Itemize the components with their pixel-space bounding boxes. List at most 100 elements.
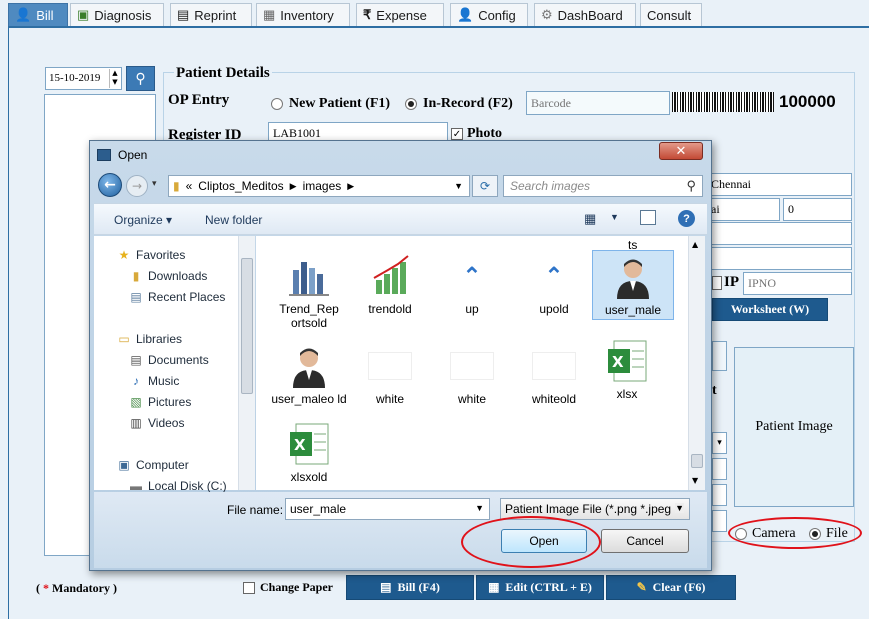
in-record-radio[interactable]: In-Record (F2) xyxy=(405,96,513,112)
svg-text:X: X xyxy=(612,353,624,371)
user-male-icon xyxy=(287,344,331,388)
address-field[interactable] xyxy=(706,222,852,245)
nav-scroll-thumb[interactable] xyxy=(241,258,253,394)
tab-expense[interactable]: ₹ Expense xyxy=(356,3,444,27)
file-item[interactable]: ⌃ upold xyxy=(513,254,595,316)
patient-image-box[interactable]: Patient Image xyxy=(734,347,854,507)
main-tabbar: 👤 Bill ▣ Diagnosis ▤ Reprint ▦ Inventory ₹ Ex… xyxy=(0,0,869,27)
nav-documents[interactable]: ▤ Documents xyxy=(128,353,208,367)
file-item[interactable]: user_maleo ld xyxy=(268,344,350,406)
nav-computer[interactable]: ▣ Computer xyxy=(116,458,188,472)
nav-scrollbar[interactable] xyxy=(238,236,255,490)
file-item-selected[interactable]: user_male xyxy=(592,250,674,320)
open-button-highlight xyxy=(461,516,601,568)
back-button[interactable]: ← xyxy=(98,173,122,197)
side-dropdown[interactable]: ▾ xyxy=(712,432,727,454)
nav-libraries[interactable]: ▭ Libraries xyxy=(116,332,182,346)
nav-downloads[interactable]: ▮ Downloads xyxy=(128,269,208,283)
scroll-up-icon[interactable]: ▲ xyxy=(692,240,698,249)
address-bar[interactable]: ▮ « Cliptos_Meditos ▶ images ▶ ▼ xyxy=(168,175,470,197)
search-button[interactable]: ⚲ xyxy=(126,66,155,91)
nav-favorites[interactable]: ★ Favorites xyxy=(116,248,186,262)
ip-checkbox[interactable] xyxy=(712,276,722,290)
radio-checked-icon xyxy=(405,98,417,110)
file-item[interactable]: X xlsx xyxy=(586,339,668,401)
edit-icon: ▦ xyxy=(488,580,500,594)
tab-bill[interactable]: 👤 Bill xyxy=(8,3,68,27)
help-icon[interactable]: ? xyxy=(678,210,695,227)
side-field-3[interactable] xyxy=(712,484,727,506)
tab-diagnosis[interactable]: ▣ Diagnosis xyxy=(70,3,164,27)
tab-reprint[interactable]: ▤ Reprint xyxy=(170,3,252,27)
nav-videos[interactable]: ▥ Videos xyxy=(128,416,184,430)
radio-unchecked-icon xyxy=(271,98,283,110)
side-field-2[interactable] xyxy=(712,458,727,480)
files-scrollbar[interactable]: ▲ ▼ xyxy=(688,236,705,490)
chevron-down-icon[interactable]: ▼ xyxy=(454,181,463,191)
config-icon: 👤 xyxy=(457,7,474,22)
forward-button[interactable]: → xyxy=(126,175,148,197)
organize-button[interactable]: Organize ▾ xyxy=(114,213,172,227)
side-field-4[interactable] xyxy=(712,510,727,532)
nav-local-disk[interactable]: ▬ Local Disk (C:) xyxy=(128,479,227,493)
files-scroll-thumb[interactable] xyxy=(691,454,703,468)
ipno-input[interactable] xyxy=(743,272,852,295)
tab-config[interactable]: 👤 Config xyxy=(450,3,528,27)
breadcrumb-item[interactable]: images xyxy=(303,179,342,193)
file-item[interactable]: ⌃ up xyxy=(431,254,513,316)
music-icon: ♪ xyxy=(133,374,139,388)
search-images-input[interactable]: Search images ⚲ xyxy=(503,175,703,197)
search-icon: ⚲ xyxy=(135,70,146,87)
dialog-toolbar: Organize ▾ New folder ▦ ▼ ? xyxy=(94,203,707,235)
recent-places-icon: ▤ xyxy=(130,290,142,304)
nav-music[interactable]: ♪ Music xyxy=(128,374,179,388)
close-button[interactable]: ✕ xyxy=(659,142,703,160)
clear-button[interactable]: ✎ Clear (F6) xyxy=(606,575,736,600)
file-item[interactable]: X xlsxold xyxy=(268,422,350,484)
barcode-image xyxy=(672,92,774,112)
state-field[interactable]: ai xyxy=(706,198,780,221)
change-paper-checkbox[interactable]: Change Paper xyxy=(243,580,333,595)
mobile-field[interactable] xyxy=(706,247,852,270)
file-name-label: File name: xyxy=(227,503,284,517)
file-item[interactable]: trendold xyxy=(349,254,431,316)
tab-consult[interactable]: Consult xyxy=(640,3,702,27)
tab-inventory[interactable]: ▦ Inventory xyxy=(256,3,350,27)
file-item[interactable]: white xyxy=(349,344,431,406)
date-spinner[interactable]: ▲ ▼ xyxy=(109,69,120,88)
views-icon[interactable]: ▦ xyxy=(584,211,596,227)
blank-icon xyxy=(368,344,412,388)
side-field-1[interactable] xyxy=(712,341,727,371)
nav-pictures[interactable]: ▧ Pictures xyxy=(128,395,191,409)
new-patient-radio[interactable]: New Patient (F1) xyxy=(271,96,390,112)
chevron-down-icon[interactable]: ▼ xyxy=(475,503,484,513)
tab-dashboard[interactable]: ⚙ DashBoard xyxy=(534,3,636,27)
barcode-input[interactable] xyxy=(526,91,670,115)
scroll-down-icon[interactable]: ▼ xyxy=(692,476,698,485)
age-field[interactable]: 0 xyxy=(783,198,852,221)
blank-icon xyxy=(532,344,576,388)
edit-button[interactable]: ▦ Edit (CTRL + E) xyxy=(476,575,604,600)
breadcrumb-item[interactable]: Cliptos_Meditos xyxy=(198,179,283,193)
computer-icon: ▣ xyxy=(118,458,130,472)
disk-icon: ▬ xyxy=(130,479,142,493)
bill-button[interactable]: ▤ Bill (F4) xyxy=(346,575,474,600)
open-file-dialog: Open ✕ ← → ▾ ▮ « Cliptos_Meditos ▶ image… xyxy=(89,140,712,571)
dialog-bottom: File name: user_male ▼ Patient Image Fil… xyxy=(94,492,707,568)
recent-dropdown[interactable]: ▾ xyxy=(152,179,157,189)
file-item[interactable]: white xyxy=(431,344,513,406)
city-field[interactable]: Chennai xyxy=(706,173,852,196)
refresh-button[interactable]: ⟳ xyxy=(472,175,498,197)
back-arrow-icon: ← xyxy=(104,177,116,193)
excel-icon: X xyxy=(287,422,331,466)
file-item[interactable]: whiteold xyxy=(513,344,595,406)
file-item[interactable]: Trend_Rep ortsold xyxy=(268,254,350,330)
worksheet-button[interactable]: Worksheet (W) xyxy=(712,298,828,321)
documents-icon: ▤ xyxy=(130,353,142,367)
views-dropdown-icon[interactable]: ▼ xyxy=(610,212,619,222)
cancel-button[interactable]: Cancel xyxy=(601,529,689,553)
nav-recent-places[interactable]: ▤ Recent Places xyxy=(128,290,225,304)
new-folder-button[interactable]: New folder xyxy=(205,213,262,227)
file-name-input[interactable]: user_male ▼ xyxy=(285,498,490,520)
preview-pane-icon[interactable] xyxy=(640,210,656,225)
